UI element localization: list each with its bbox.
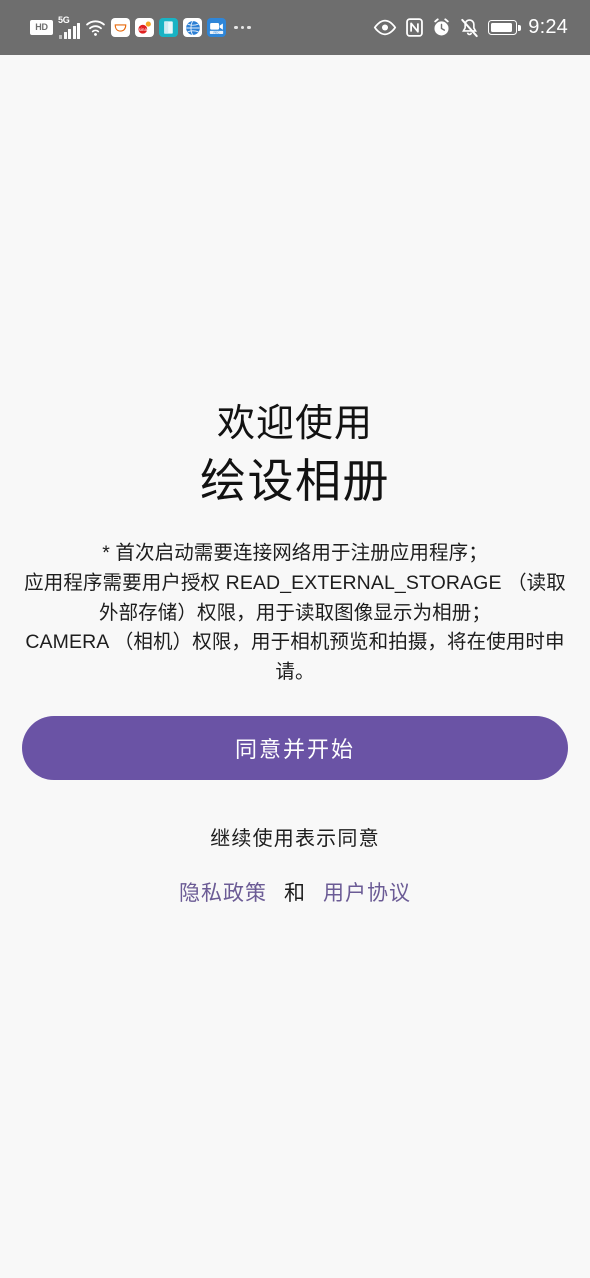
weibo-app-icon: sina [135, 18, 154, 37]
app-screen: HD 5G sina REC 9:24 欢迎使用 绘设相册 * 首次启动需要连接… [0, 0, 590, 1278]
bell-muted-icon [460, 18, 479, 38]
legal-conjunction-label: 和 [284, 881, 306, 905]
cyan-app-icon [159, 18, 178, 37]
app-name-heading: 绘设相册 [200, 454, 390, 507]
taobao-app-icon [111, 18, 130, 37]
status-bar-clock: 9:24 [528, 16, 568, 38]
signal-bars [59, 22, 80, 39]
svg-text:sina: sina [139, 27, 148, 32]
welcome-heading: 欢迎使用 [216, 403, 373, 445]
title-block: 欢迎使用 绘设相册 [200, 400, 390, 511]
user-agreement-link[interactable]: 用户协议 [323, 877, 411, 907]
status-bar-left-group: HD 5G sina REC [30, 14, 251, 39]
permissions-notice-text: * 首次启动需要连接网络用于注册应用程序； 应用程序需要用户授权 READ_EX… [24, 542, 566, 683]
status-bar-right-group: 9:24 [373, 16, 568, 39]
agree-and-start-button[interactable]: 同意并开始 [22, 715, 568, 780]
battery-icon [488, 20, 521, 35]
svg-text:REC: REC [213, 30, 219, 34]
eye-care-icon [373, 19, 397, 36]
browser-globe-app-icon [183, 18, 202, 37]
welcome-content: 欢迎使用 绘设相册 * 首次启动需要连接网络用于注册应用程序； 应用程序需要用户… [0, 55, 590, 1278]
wifi-icon [85, 18, 106, 37]
network-type-label: 5G [58, 14, 70, 25]
hd-badge-icon: HD [30, 20, 53, 35]
continue-implies-consent-label: 继续使用表示同意 [210, 827, 380, 850]
privacy-policy-link[interactable]: 隐私政策 [179, 877, 267, 907]
battery-level [490, 22, 512, 33]
more-icons-ellipsis[interactable] [234, 25, 251, 30]
screen-recorder-app-icon: REC [207, 18, 226, 37]
legal-links-row: 隐私政策 和 用户协议 [179, 877, 411, 907]
5g-signal-icon: 5G [58, 14, 80, 39]
nfc-icon [406, 18, 424, 37]
status-bar: HD 5G sina REC 9:24 [0, 0, 590, 55]
alarm-clock-icon [432, 18, 451, 37]
